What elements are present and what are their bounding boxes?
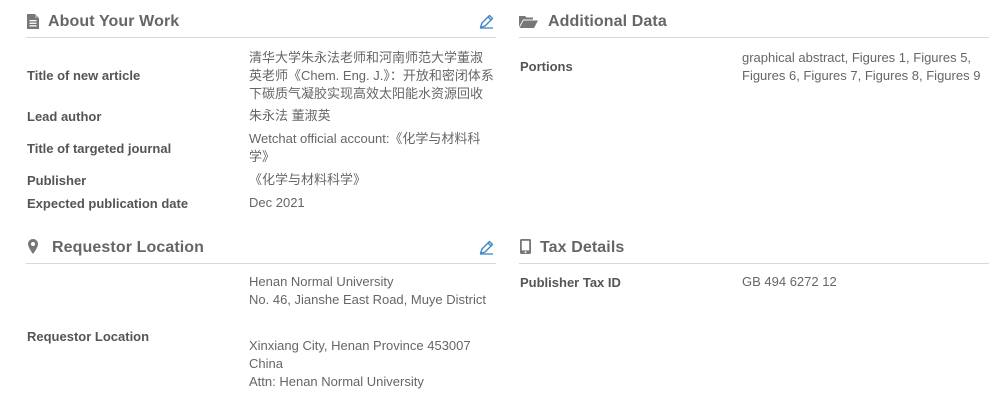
- pencil-icon[interactable]: [479, 14, 494, 29]
- section-title: Additional Data: [548, 13, 667, 30]
- section-title: About Your Work: [48, 13, 180, 30]
- value-line: 清华大学朱永法老师和河南师范大学董淑: [249, 50, 484, 65]
- section-header: About Your Work: [26, 10, 496, 38]
- section-title: Requestor Location: [52, 239, 205, 256]
- address-line: Henan Normal University: [249, 274, 394, 289]
- requestor-location-section: Requestor Location Requestor Location He…: [26, 236, 496, 404]
- section-title: Tax Details: [540, 239, 625, 256]
- field-label-lead-author: Lead author: [27, 109, 102, 124]
- address-line: China: [249, 356, 283, 371]
- field-label-publisher-tax-id: Publisher Tax ID: [520, 275, 621, 290]
- value-line: 学》: [249, 149, 276, 164]
- field-value-expected-publication-date: Dec 2021: [249, 194, 305, 212]
- value-line: 朱永法 董淑英: [249, 108, 331, 123]
- field-value-publisher-tax-id: GB 494 6272 12: [742, 273, 837, 291]
- map-marker-icon: [28, 239, 38, 254]
- folder-open-icon: [519, 16, 538, 28]
- section-header: Requestor Location: [26, 236, 496, 264]
- field-label-publisher: Publisher: [27, 173, 87, 188]
- document-icon: [27, 14, 39, 29]
- section-header: Additional Data: [519, 10, 989, 38]
- value-line: 《化学与材料科学》: [249, 172, 367, 187]
- value-line: GB 494 6272 12: [742, 274, 837, 289]
- address-line: No. 46, Jianshe East Road, Muye District: [249, 292, 486, 307]
- additional-data-section: Additional Data Portions graphical abstr…: [519, 10, 989, 100]
- value-line: 英老师《Chem. Eng. J.》：开放和密闭体系: [249, 68, 494, 83]
- requestor-address: Henan Normal University No. 46, Jianshe …: [249, 273, 486, 391]
- field-value-portions: graphical abstract, Figures 1, Figures 5…: [742, 49, 980, 85]
- address-line: Attn: Henan Normal University: [249, 374, 424, 389]
- value-line: Dec 2021: [249, 195, 305, 210]
- field-label-requestor-location: Requestor Location: [27, 329, 150, 344]
- field-value-publisher: 《化学与材料科学》: [249, 171, 366, 189]
- tablet-icon: [520, 239, 531, 254]
- field-value-targeted-journal: Wetchat official account:《化学与材料科 学》: [249, 130, 480, 166]
- about-your-work-section: About Your Work Title of new article 清华大…: [26, 10, 496, 220]
- section-header: Tax Details: [519, 236, 989, 264]
- value-line: 下碳质气凝胶实现高效太阳能水资源回收: [249, 86, 484, 101]
- value-line: graphical abstract, Figures 1, Figures 5…: [742, 50, 972, 65]
- field-value-title-of-new-article: 清华大学朱永法老师和河南师范大学董淑 英老师《Chem. Eng. J.》：开放…: [249, 49, 494, 103]
- field-label-expected-publication-date: Expected publication date: [27, 196, 189, 211]
- field-label-portions: Portions: [520, 59, 573, 74]
- field-value-lead-author: 朱永法 董淑英: [249, 107, 331, 125]
- field-label-title-of-new-article: Title of new article: [27, 68, 141, 83]
- value-line: Wetchat official account:《化学与材料科: [249, 131, 481, 146]
- pencil-icon[interactable]: [479, 240, 494, 255]
- address-line: Xinxiang City, Henan Province 453007: [249, 338, 471, 353]
- value-line: Figures 6, Figures 7, Figures 8, Figures…: [742, 68, 981, 83]
- field-label-targeted-journal: Title of targeted journal: [27, 141, 172, 156]
- tax-details-section: Tax Details Publisher Tax ID GB 494 6272…: [519, 236, 989, 306]
